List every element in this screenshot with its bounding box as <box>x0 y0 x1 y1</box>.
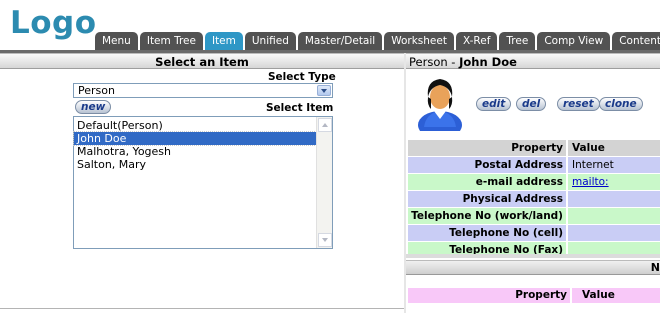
property-cell: Physical Address <box>408 191 566 207</box>
tab-comp-view[interactable]: Comp View <box>537 32 611 51</box>
tab-unified[interactable]: Unified <box>244 32 296 51</box>
scroll-down-icon[interactable] <box>318 233 332 247</box>
type-select[interactable]: Person <box>73 83 333 98</box>
table-row: Telephone No (work/land) <box>408 208 660 224</box>
value-cell: Internet <box>568 157 660 173</box>
select-item-label: Select Item <box>266 102 334 114</box>
item-listbox[interactable]: Default(Person) John Doe Malhotra, Yoges… <box>73 116 333 249</box>
tab-master-detail[interactable]: Master/Detail <box>297 32 383 51</box>
tab-tree[interactable]: Tree <box>499 32 536 51</box>
property-cell: Telephone No (cell) <box>408 225 566 241</box>
table-row: Postal Address Internet <box>408 157 660 173</box>
new-button[interactable]: new <box>75 100 112 114</box>
value-cell <box>568 191 660 207</box>
value-column-header: Value <box>572 288 660 303</box>
chevron-down-icon[interactable] <box>317 85 331 96</box>
reset-button[interactable]: reset <box>557 97 600 111</box>
item-type-label: Person - <box>409 55 460 69</box>
listbox-scrollbar[interactable] <box>316 117 332 248</box>
type-select-value: Person <box>78 84 115 97</box>
scroll-up-icon[interactable] <box>318 118 332 132</box>
clone-button[interactable]: clone <box>599 97 643 111</box>
section2-table-header: Property Value <box>408 288 660 303</box>
list-item[interactable]: Default(Person) <box>74 119 332 132</box>
tab-worksheet[interactable]: Worksheet <box>384 32 454 51</box>
tab-x-ref[interactable]: X-Ref <box>455 32 498 51</box>
edit-button[interactable]: edit <box>476 97 512 111</box>
table-row: Physical Address <box>408 191 660 207</box>
tab-menu[interactable]: Menu <box>95 32 138 51</box>
property-column-header: Property <box>408 140 566 156</box>
property-table: Property Value Postal Address Internet e… <box>408 140 660 256</box>
item-detail-header: Person - John Doe <box>406 53 660 69</box>
item-name-label: John Doe <box>459 55 517 69</box>
tab-content[interactable]: Content <box>612 32 660 51</box>
select-type-label: Select Type <box>268 71 336 83</box>
property-cell: e-mail address <box>408 174 566 190</box>
property-table-scrollbar[interactable] <box>406 254 660 258</box>
list-item[interactable]: Salton, Mary <box>74 158 332 171</box>
tab-item[interactable]: Item <box>204 32 243 51</box>
table-row: Telephone No (cell) <box>408 225 660 241</box>
property-cell: Postal Address <box>408 157 566 173</box>
list-item[interactable]: Malhotra, Yogesh <box>74 145 332 158</box>
person-avatar-icon <box>418 79 462 131</box>
left-footer-line <box>0 308 404 309</box>
value-cell <box>568 208 660 224</box>
value-column-header: Value <box>568 140 660 156</box>
value-cell <box>568 225 660 241</box>
property-column-header: Property <box>408 288 570 303</box>
section2-header: N <box>406 260 660 275</box>
property-cell: Telephone No (work/land) <box>408 208 566 224</box>
table-row: e-mail address mailto: <box>408 174 660 190</box>
select-item-header: Select an Item <box>0 53 404 69</box>
tab-bar: Menu Item Tree Item Unified Master/Detai… <box>95 32 660 51</box>
delete-button[interactable]: del <box>516 97 547 111</box>
email-link[interactable]: mailto: <box>568 174 660 190</box>
table-header: Property Value <box>408 140 660 156</box>
logo: Logo <box>10 5 97 41</box>
list-item-selected[interactable]: John Doe <box>73 131 317 146</box>
tab-item-tree[interactable]: Item Tree <box>139 32 203 51</box>
